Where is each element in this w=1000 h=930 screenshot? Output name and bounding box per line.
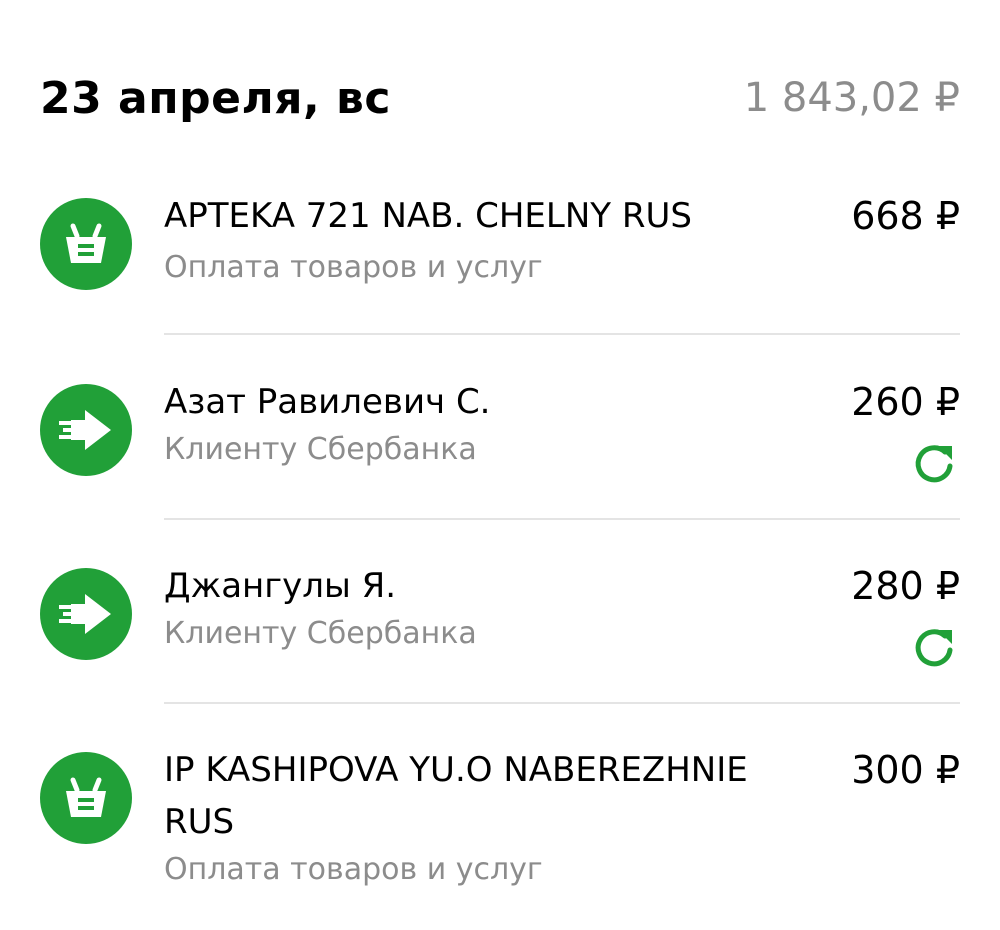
day-total: 1 843,02 ₽ — [743, 75, 960, 121]
transaction-title: Азат Равилевич С. — [164, 382, 491, 422]
day-header: 23 апреля, вс 1 843,02 ₽ — [40, 66, 960, 130]
repeat-payment-icon[interactable] — [908, 438, 960, 490]
transaction-row[interactable]: Джангулы Я. Клиенту Сбербанка 280 ₽ — [0, 556, 1000, 702]
transaction-subtitle: Оплата товаров и услуг — [164, 852, 543, 887]
transaction-amount: 300 ₽ — [851, 748, 960, 792]
transfer-arrow-icon — [40, 384, 132, 476]
transaction-amount: 260 ₽ — [851, 380, 960, 424]
transaction-amount: 668 ₽ — [851, 194, 960, 238]
repeat-payment-icon[interactable] — [908, 622, 960, 674]
transaction-title: APTEKA 721 NAB. CHELNY RUS — [164, 196, 692, 236]
divider — [164, 333, 960, 335]
transaction-row[interactable]: IP KASHIPOVA YU.O NABEREZHNIE RUS Оплата… — [0, 740, 1000, 910]
transaction-title: IP KASHIPOVA YU.O NABEREZHNIE RUS — [164, 750, 748, 842]
divider — [164, 702, 960, 704]
shopping-basket-icon — [40, 752, 132, 844]
transaction-amount: 280 ₽ — [851, 564, 960, 608]
divider — [164, 518, 960, 520]
shopping-basket-icon — [40, 198, 132, 290]
transaction-row[interactable]: APTEKA 721 NAB. CHELNY RUS Оплата товаро… — [0, 186, 1000, 334]
day-title: 23 апреля, вс — [40, 72, 391, 124]
transaction-subtitle: Клиенту Сбербанка — [164, 432, 477, 467]
transaction-title: Джангулы Я. — [164, 566, 397, 606]
transaction-subtitle: Клиенту Сбербанка — [164, 616, 477, 651]
transfer-arrow-icon — [40, 568, 132, 660]
transaction-row[interactable]: Азат Равилевич С. Клиенту Сбербанка 260 … — [0, 372, 1000, 518]
transaction-subtitle: Оплата товаров и услуг — [164, 250, 543, 285]
